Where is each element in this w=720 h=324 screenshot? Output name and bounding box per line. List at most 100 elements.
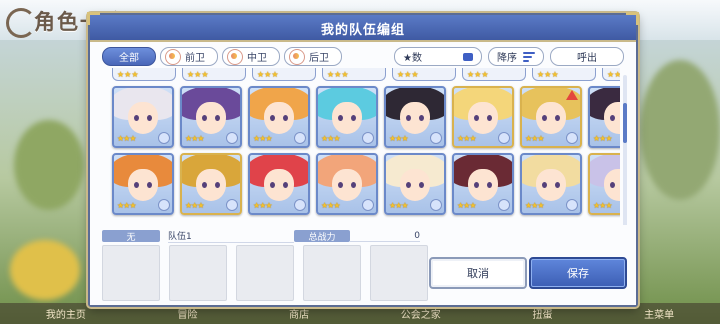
character-row: ★★★ ★★★ ★★★ ★★★ ★★★ ★★★ ★★★ ★★★ [112,86,620,148]
character-face [468,169,498,201]
character-face [196,169,226,201]
character-card-partial[interactable]: ★★★ [182,68,246,81]
character-card-partial[interactable]: ★★★ [392,68,456,81]
position-chevron-icon [566,199,578,211]
character-eye [338,182,343,188]
character-star-rank: ★★★ [457,134,476,143]
background-flowers [10,240,80,300]
character-eye [542,182,547,188]
call-party-button[interactable]: 呼出 [550,47,624,66]
character-face [128,169,158,201]
save-button[interactable]: 保存 [529,257,627,289]
position-chevron-icon [294,199,306,211]
sort-key-icon [463,52,473,61]
character-card[interactable]: ★★★ [384,153,446,215]
character-card-partial[interactable]: ★★★ [602,68,620,81]
sort-order-button[interactable]: 降序 [488,47,544,66]
character-grid[interactable]: ★★★ ★★★ ★★★ ★★★ ★★★ ★★★ ★★★ ★★ ★ ★★ ★★★ ★★★ ★★★ ★★★ ★… [102,68,620,234]
party-slot[interactable] [370,245,428,301]
party-slot[interactable] [236,245,294,301]
party-slot[interactable] [303,245,361,301]
dialog-titlebar: 我的队伍编组 [90,15,636,42]
position-chevron-icon [430,199,442,211]
character-card[interactable]: ★★★ [588,86,620,148]
scrollbar-thumb[interactable] [623,103,627,143]
position-chevron-icon [362,199,374,211]
character-card[interactable]: ★★★ [248,86,310,148]
character-card[interactable]: ★★★ [452,153,514,215]
character-eye [487,182,492,188]
character-card[interactable]: ★★★ [316,153,378,215]
character-eye [555,115,560,121]
character-card[interactable]: ★★★ [452,86,514,148]
position-chevron-icon [362,132,374,144]
cancel-button[interactable]: 取消 [429,257,527,289]
nav-item-adventure: 冒险 [177,310,198,321]
character-face [264,102,294,134]
character-eye [215,182,220,188]
character-star-rank: ★★★ [187,69,209,79]
nav-item-shop: 商店 [289,310,310,321]
character-face [332,102,362,134]
character-star-rank: ★★★ [321,134,340,143]
character-card-partial[interactable]: ★★★ [322,68,386,81]
character-eye [406,182,411,188]
character-face [536,169,566,201]
character-star-rank: ★★★ [117,201,136,210]
character-face [536,102,566,134]
character-card-partial[interactable]: ★★★ [532,68,596,81]
character-card[interactable]: ★★★ [112,86,174,148]
total-power-value: 0 [350,231,420,242]
sort-controls: ★数 降序 呼出 [394,47,624,66]
character-card[interactable]: ★★★ [180,86,242,148]
character-card[interactable]: ★★★ [384,86,446,148]
character-card[interactable]: ★★★ [588,153,620,215]
character-star-rank: ★★★ [525,201,544,210]
character-card[interactable]: ★★★ [520,153,582,215]
party-name: 队伍1 [168,229,294,243]
party-slot[interactable] [102,245,160,301]
call-party-label: 呼出 [577,53,597,64]
background-tree [640,60,720,200]
character-card-partial[interactable]: ★★★ [252,68,316,81]
character-card[interactable]: ★★★ [248,153,310,215]
character-face [400,102,430,134]
tab-middle[interactable]: 中卫 [222,47,280,66]
character-card-partial[interactable]: ★★★ [112,68,176,81]
character-star-rank: ★★★ [327,69,349,79]
nav-item-gacha: 扭蛋 [532,310,553,321]
character-face [128,102,158,134]
grid-scrollbar[interactable] [623,75,627,231]
sort-by-stars-button[interactable]: ★数 [394,47,482,66]
sort-descending-icon [523,51,535,62]
position-chevron-icon [226,132,238,144]
character-eye [487,115,492,121]
character-face [400,169,430,201]
character-card[interactable]: ★★★ [520,86,582,148]
front-position-icon [165,48,181,65]
party-slot[interactable] [169,245,227,301]
tab-all[interactable]: 全部 [102,47,156,66]
character-card[interactable]: ★★★ [112,153,174,215]
character-eye [474,115,479,121]
character-star-rank: ★★★ [185,201,204,210]
character-face [332,169,362,201]
character-star-rank: ★★★ [607,69,620,79]
character-eye [283,182,288,188]
character-eye [542,115,547,121]
nav-item-menu: 主菜单 [644,310,675,321]
character-eye [202,182,207,188]
character-card-partial[interactable]: ★★★ [462,68,526,81]
tab-front[interactable]: 前卫 [160,47,218,66]
position-chevron-icon [158,199,170,211]
character-star-rank: ★★★ [257,69,279,79]
character-card[interactable]: ★★★ [180,153,242,215]
character-star-rank: ★★★ [593,201,612,210]
character-star-rank: ★★★ [389,134,408,143]
character-eye [610,115,615,121]
character-eye [147,182,152,188]
character-star-rank: ★★★ [397,69,419,79]
character-card[interactable]: ★★★ [316,86,378,148]
tab-back[interactable]: 后卫 [284,47,342,66]
character-eye [610,182,615,188]
